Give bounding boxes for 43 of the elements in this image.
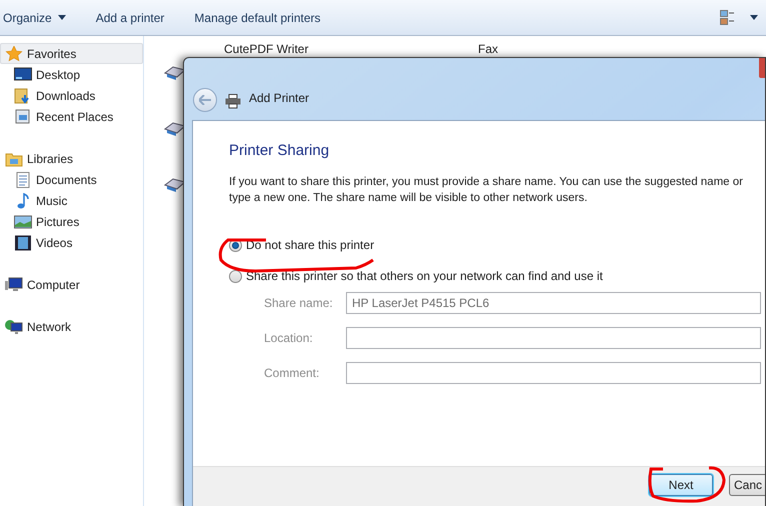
description-text: If you want to share this printer, you must provide a share name. You can use the suggested name or type a new one. The share name will be visible to other network users. — [229, 175, 744, 206]
toolbar-button[interactable]: Manage default printers — [194, 8, 320, 26]
dropdown-caret-icon[interactable] — [750, 15, 758, 20]
nav-group-item[interactable]: Favorites — [0, 43, 143, 64]
desktop-icon — [14, 66, 32, 82]
recent-places-icon — [14, 108, 32, 124]
printer-icon — [164, 64, 186, 82]
nav-item[interactable]: Desktop — [0, 64, 143, 85]
radio-button[interactable] — [229, 270, 242, 282]
view-options-icon[interactable] — [720, 10, 736, 26]
printer-icon — [164, 120, 186, 138]
field-label: Comment: — [264, 365, 320, 382]
library-folder-icon — [5, 150, 23, 166]
dialog-heading: Printer Sharing — [229, 142, 330, 160]
field-label: Location: — [264, 330, 314, 347]
computer-icon — [5, 276, 23, 292]
network-icon — [5, 318, 23, 334]
cancel-button[interactable]: Canc — [729, 474, 765, 496]
nav-group-item[interactable]: Computer — [0, 274, 143, 295]
next-button[interactable]: Next — [649, 474, 713, 496]
nav-item[interactable]: Recent Places — [0, 106, 143, 127]
toolbar-button[interactable]: Add a printer — [96, 8, 164, 26]
printer-icon — [225, 94, 241, 109]
device-name[interactable]: Fax — [478, 40, 498, 58]
document-icon — [14, 172, 32, 188]
pictures-icon — [14, 214, 32, 230]
printer-icon — [164, 176, 186, 194]
field-label: Share name: — [264, 295, 334, 312]
dialog-title: Add Printer — [249, 90, 310, 107]
nav-item[interactable]: Music — [0, 190, 143, 211]
dropdown-caret-icon — [58, 15, 66, 20]
radio-option[interactable]: Share this printer so that others on your network can find and use it — [229, 269, 761, 283]
nav-group-item[interactable]: Libraries — [0, 148, 143, 169]
star-icon — [5, 46, 23, 62]
nav-item[interactable]: Videos — [0, 232, 143, 253]
nav-item[interactable]: Pictures — [0, 211, 143, 232]
film-strip-icon — [14, 234, 32, 250]
organize-menu[interactable]: Organize — [3, 8, 66, 26]
back-arrow-icon — [199, 95, 211, 105]
nav-group-item[interactable]: Network — [0, 316, 143, 337]
device-name[interactable]: CutePDF Writer — [224, 40, 308, 58]
nav-item[interactable]: Documents — [0, 169, 143, 190]
nav-item[interactable]: Downloads — [0, 85, 143, 106]
